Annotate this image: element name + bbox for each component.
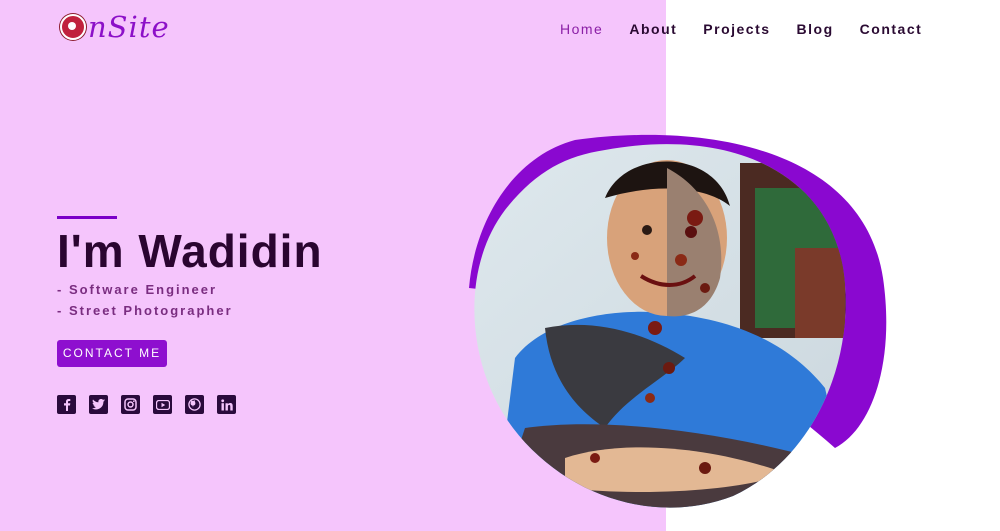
nav-item-projects[interactable]: Projects: [703, 21, 770, 37]
nav-item-blog[interactable]: Blog: [797, 21, 834, 37]
profile-photo-blob: [455, 128, 895, 518]
nav-item-home[interactable]: Home: [560, 21, 603, 37]
nav-item-about[interactable]: About: [629, 21, 677, 37]
main-nav: Home About Projects Blog Contact: [560, 21, 948, 37]
role-street-photographer: - Street Photographer: [57, 303, 233, 318]
twitter-icon[interactable]: [89, 395, 108, 414]
logo-text: nSite: [88, 10, 170, 44]
role-software-engineer: - Software Engineer: [57, 282, 218, 297]
site-logo[interactable]: nSite: [60, 10, 170, 44]
contact-me-button[interactable]: CONTACT ME: [57, 340, 167, 367]
hero-accent-line: [57, 216, 117, 219]
linkedin-icon[interactable]: [217, 395, 236, 414]
social-links: [57, 395, 236, 414]
instagram-icon[interactable]: [121, 395, 140, 414]
nav-item-contact[interactable]: Contact: [860, 21, 923, 37]
logo-avatar-icon: [60, 14, 86, 40]
facebook-icon[interactable]: [57, 395, 76, 414]
youtube-icon[interactable]: [153, 395, 172, 414]
github-icon[interactable]: [185, 395, 204, 414]
hero-title: I'm Wadidin: [57, 225, 323, 277]
